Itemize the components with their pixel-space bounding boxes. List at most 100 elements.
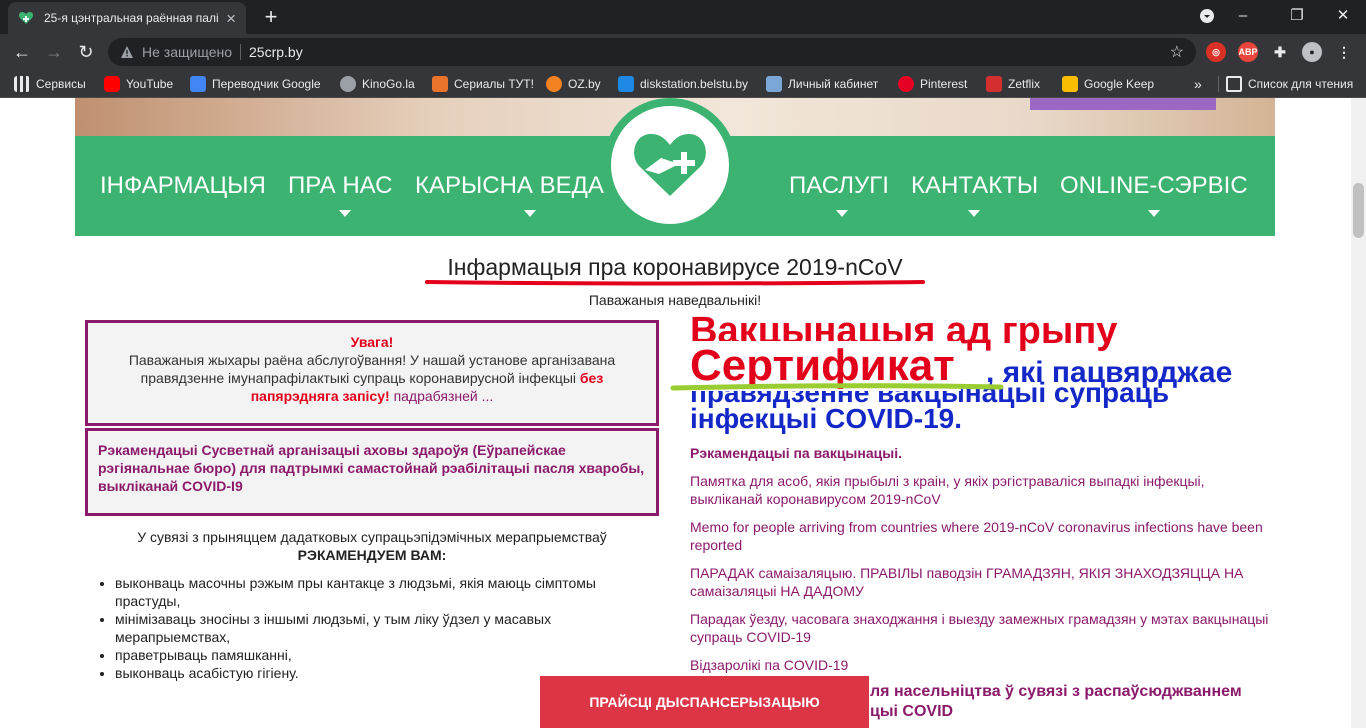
close-window-icon[interactable]: ✕	[1330, 6, 1356, 26]
bookmark-label: Личный кабинет	[788, 77, 879, 91]
cabinet-icon	[766, 76, 782, 92]
bookmark-diskstation[interactable]: diskstation.belstu.by	[618, 70, 748, 98]
new-tab-button[interactable]: +	[258, 4, 284, 30]
reading-list-button[interactable]: Список для чтения	[1226, 70, 1353, 98]
attention-heading: Увага!	[350, 334, 394, 350]
attention-text: Паважаныя жыхары раёна абслугоўвання! У …	[128, 352, 616, 386]
tab-title: 25-я цэнтральная раённая палі	[44, 11, 219, 25]
intro-bold: РЭКАМЕНДУЕМ ВАМ:	[297, 547, 447, 563]
nav-item-useful[interactable]: КАРЫСНА ВЕДА	[415, 172, 604, 200]
links-heading[interactable]: Рэкамендацыі па вакцынацыі.	[690, 444, 1270, 462]
bookmark-google-keep[interactable]: Google Keep	[1062, 70, 1154, 98]
recommendations-list: выконваць масочны рэжым пры кантакце з л…	[115, 574, 635, 682]
bookmark-label: Pinterest	[920, 77, 968, 91]
bookmarks-overflow-button[interactable]: »	[1194, 70, 1202, 98]
oz-icon	[546, 76, 562, 92]
tab-strip: 25-я цэнтральная раённая палі × + – ❐ ✕	[0, 0, 1366, 34]
target-extension-icon[interactable]: ◎	[1206, 42, 1226, 62]
bookmark-star-icon[interactable]: ☆	[1170, 42, 1184, 62]
link-memo-be[interactable]: Памятка для асоб, якія прыбылі з краін, …	[690, 472, 1270, 508]
adblock-extension-icon[interactable]: ABP	[1238, 42, 1258, 62]
link-entry-procedure[interactable]: Парадак ўезду, часовага знаходжання і вы…	[690, 610, 1270, 646]
dsm-icon	[618, 76, 634, 92]
heart-cross-favicon-icon	[18, 10, 34, 26]
profile-avatar[interactable]: ●	[1302, 42, 1322, 62]
bookmark-kinogo[interactable]: KinoGo.la	[340, 70, 415, 98]
bookmark-label: YouTube	[126, 77, 174, 91]
reload-icon[interactable]: ↻	[74, 40, 98, 64]
chevron-down-icon[interactable]	[1148, 210, 1160, 217]
apps-grid-icon	[14, 76, 30, 92]
read-more-link[interactable]: падрабязней ...	[394, 388, 494, 404]
nav-item-contacts[interactable]: КАНТАКТЫ	[911, 172, 1038, 200]
link-memo-en[interactable]: Memo for people arriving from countries …	[690, 518, 1270, 554]
scrollbar-thumb[interactable]	[1353, 183, 1364, 238]
bookmark-label: Zetflix	[1008, 77, 1041, 91]
serials-icon	[432, 76, 448, 92]
list-item: мінімізаваць зносіны з іншымі людзьмі, у…	[115, 610, 635, 646]
link-self-isolation[interactable]: ПАРАДАК самаізаляцыю. ПРАВІЛЫ паводзін Г…	[690, 564, 1270, 600]
reading-list-label: Список для чтения	[1248, 77, 1354, 91]
bookmark-google-translate[interactable]: Переводчик Google	[190, 70, 321, 98]
menu-kebab-icon[interactable]: ⋮	[1334, 42, 1354, 62]
chevron-down-icon[interactable]	[524, 210, 536, 217]
bookmark-cabinet[interactable]: Личный кабинет	[766, 70, 878, 98]
bookmarks-bar: Сервисы YouTube Переводчик Google KinoGo…	[0, 70, 1366, 98]
list-item: праветрываць памяшканні,	[115, 646, 635, 664]
attention-box: Увага! Паважаныя жыхары раёна абслугоўва…	[85, 320, 659, 426]
bookmark-label: KinoGo.la	[362, 77, 415, 91]
bookmark-youtube[interactable]: YouTube	[104, 70, 173, 98]
address-divider	[240, 44, 241, 60]
nav-item-services[interactable]: ПАСЛУГІ	[789, 172, 889, 200]
bookmark-label: Переводчик Google	[212, 77, 321, 91]
certificate-tail: , які пацвярджае	[986, 356, 1233, 389]
bookmark-label: Сериалы ТУТ!	[454, 77, 534, 91]
kinogo-icon	[340, 76, 356, 92]
bookmark-label: Google Keep	[1084, 77, 1155, 91]
bookmark-serials[interactable]: Сериалы ТУТ!	[432, 70, 534, 98]
page-subtitle: Паважаныя наведвальнікі!	[588, 292, 762, 308]
warning-icon[interactable]	[120, 45, 134, 59]
vaccination-links: Рэкамендацыі па вакцынацыі. Памятка для …	[690, 444, 1270, 684]
bookmark-label: OZ.by	[568, 77, 601, 91]
browser-toolbar: ← → ↻ Не защищено 25crp.by ☆ ◎ ABP ✚ ● ⋮	[0, 34, 1366, 70]
bookmark-zetflix[interactable]: Zetflix	[986, 70, 1040, 98]
back-icon[interactable]: ←	[10, 40, 34, 64]
forward-icon[interactable]: →	[42, 40, 66, 64]
youtube-icon	[104, 76, 120, 92]
chevron-down-icon[interactable]	[339, 210, 351, 217]
list-item: выконваць масочны рэжым пры кантакце з л…	[115, 574, 635, 610]
nav-item-online-service[interactable]: ONLINE-СЭРВІС	[1060, 172, 1248, 200]
restore-icon[interactable]: ❐	[1284, 6, 1310, 26]
bookmarks-divider	[1218, 76, 1219, 92]
bookmark-apps[interactable]: Сервисы	[14, 70, 86, 98]
red-underline-annotation	[425, 280, 925, 286]
link-videos[interactable]: Відзаролікі па COVID-19	[690, 656, 1270, 674]
bookmark-label: Сервисы	[36, 77, 86, 91]
tab-search-icon[interactable]	[1194, 6, 1220, 30]
who-recommendations-box[interactable]: Рэкамендацыі Сусветнай арганізацыі аховы…	[85, 428, 659, 516]
nav-item-about[interactable]: ПРА НАС	[288, 172, 392, 200]
bookmark-oz[interactable]: OZ.by	[546, 70, 601, 98]
minimize-icon[interactable]: –	[1230, 6, 1256, 26]
browser-tab[interactable]: 25-я цэнтральная раённая палі ×	[8, 2, 246, 34]
google-translate-icon	[190, 76, 206, 92]
blue-text-line2: інфекцыі COVID-19.	[690, 403, 963, 434]
close-tab-icon[interactable]: ×	[226, 10, 236, 27]
nav-item-information[interactable]: ІНФАРМАЦЫЯ	[100, 172, 266, 200]
zetflix-icon	[986, 76, 1002, 92]
web-page: ІНФАРМАЦЫЯ ПРА НАС КАРЫСНА ВЕДА ПАСЛУГІ …	[0, 98, 1366, 728]
bookmark-label: diskstation.belstu.by	[640, 77, 749, 91]
address-bar[interactable]: Не защищено 25crp.by ☆	[108, 38, 1196, 66]
reading-list-icon	[1226, 76, 1242, 92]
intro-text: У сувязі з прыняццем дадатковых супрацьэ…	[137, 529, 607, 545]
green-underline-annotation	[670, 383, 1004, 391]
hero-accent-bar	[1030, 98, 1216, 110]
recommendations-intro: У сувязі з прыняццем дадатковых супрацьэ…	[85, 528, 659, 564]
extensions-puzzle-icon[interactable]: ✚	[1270, 42, 1290, 62]
chevron-down-icon[interactable]	[968, 210, 980, 217]
heart-cross-logo-icon	[634, 134, 706, 196]
bookmark-pinterest[interactable]: Pinterest	[898, 70, 967, 98]
dispanserization-button[interactable]: ПРАЙСЦІ ДЫСПАНСЕРЫЗАЦЫЮ	[540, 676, 869, 728]
chevron-down-icon[interactable]	[836, 210, 848, 217]
